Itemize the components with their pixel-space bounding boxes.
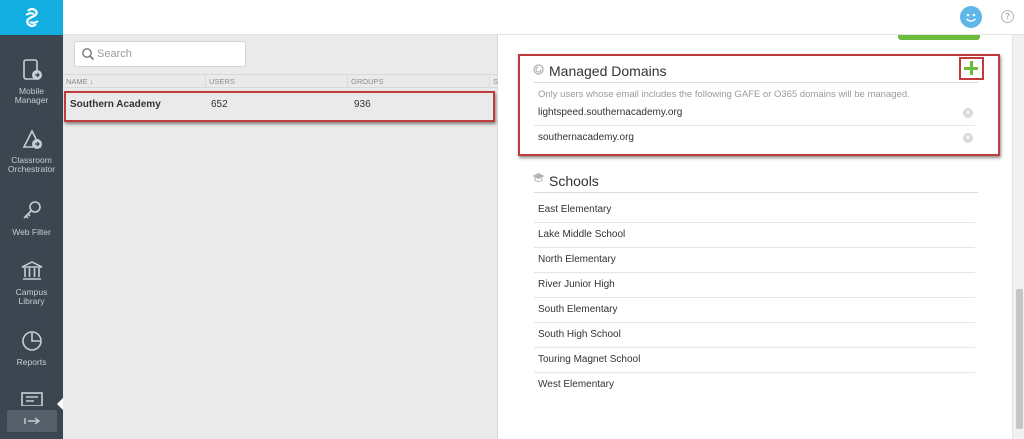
schools-title: Schools — [549, 173, 599, 189]
school-name: Touring Magnet School — [538, 354, 641, 365]
lightspeed-logo-icon — [24, 7, 39, 27]
column-header-users[interactable]: USERS — [209, 77, 235, 86]
school-name: South Elementary — [538, 304, 618, 315]
school-item[interactable]: East Elementary — [534, 198, 975, 223]
web-filter-icon — [22, 201, 41, 219]
school-name: South High School — [538, 329, 621, 340]
smiley-icon — [966, 13, 976, 22]
school-name: River Junior High — [538, 279, 615, 290]
logo[interactable] — [0, 0, 63, 35]
section-divider — [534, 192, 978, 193]
nav-classroom-orchestrator[interactable]: Classroom Orchestrator — [0, 127, 63, 174]
nav-web-filter[interactable]: Web Filter — [0, 199, 63, 237]
id-card-icon — [20, 392, 43, 406]
top-bar: ? — [63, 0, 1024, 35]
collapse-sidebar-button[interactable] — [7, 410, 57, 432]
school-item[interactable]: South High School — [534, 323, 975, 348]
school-item[interactable]: Touring Magnet School — [534, 348, 975, 373]
campus-library-icon — [21, 261, 42, 280]
help-icon[interactable]: ? — [1001, 10, 1014, 23]
nav-id-card[interactable] — [0, 392, 63, 411]
user-avatar[interactable] — [960, 6, 982, 28]
graduation-cap-icon — [532, 173, 545, 182]
nav-campus-library-label: Campus Library — [15, 287, 48, 306]
table-header: NAME ↓ USERS GROUPS S — [63, 74, 498, 88]
school-item[interactable]: Lake Middle School — [534, 223, 975, 248]
domains-highlight-box — [518, 54, 1000, 156]
search-box — [74, 41, 246, 67]
school-item[interactable]: River Junior High — [534, 273, 975, 298]
school-name: Lake Middle School — [538, 229, 626, 240]
school-name: West Elementary — [538, 379, 614, 390]
column-divider — [489, 75, 490, 87]
mobile-manager-icon — [22, 59, 42, 80]
reports-icon — [21, 331, 42, 351]
classroom-orchestrator-icon — [22, 129, 42, 149]
collapse-arrow-icon — [24, 417, 41, 425]
column-header-groups[interactable]: GROUPS — [351, 77, 384, 86]
organization-list-panel: NAME ↓ USERS GROUPS S Southern Academy 6… — [63, 35, 498, 439]
save-button[interactable] — [898, 35, 980, 40]
nav-web-filter-label: Web Filter — [12, 227, 51, 237]
column-header-name[interactable]: NAME ↓ — [66, 77, 94, 86]
school-name: North Elementary — [538, 254, 616, 265]
nav-mobile-manager[interactable]: Mobile Manager — [0, 58, 63, 105]
school-item[interactable]: North Elementary — [534, 248, 975, 273]
nav-mobile-manager-label: Mobile Manager — [14, 86, 49, 105]
nav-reports[interactable]: Reports — [0, 329, 63, 367]
sidebar: Mobile Manager Classroom Orchestrator We… — [0, 0, 63, 439]
school-item[interactable]: South Elementary — [534, 298, 975, 323]
row-highlight-box — [64, 91, 495, 122]
column-divider — [205, 75, 206, 87]
school-item[interactable]: West Elementary — [534, 373, 975, 398]
add-button-highlight-box — [959, 57, 984, 80]
detail-panel: Managed Domains Only users whose email i… — [498, 35, 1012, 439]
nav-classroom-orchestrator-label: Classroom Orchestrator — [7, 155, 56, 174]
search-icon — [82, 48, 95, 61]
school-name: East Elementary — [538, 204, 612, 215]
column-divider — [347, 75, 348, 87]
detail-scrollbar[interactable] — [1012, 35, 1024, 439]
nav-reports-label: Reports — [16, 357, 47, 367]
app: Mobile Manager Classroom Orchestrator We… — [0, 0, 1024, 439]
nav-campus-library[interactable]: Campus Library — [0, 259, 63, 306]
scrollbar-thumb[interactable] — [1016, 289, 1023, 429]
search-input[interactable] — [97, 46, 237, 62]
